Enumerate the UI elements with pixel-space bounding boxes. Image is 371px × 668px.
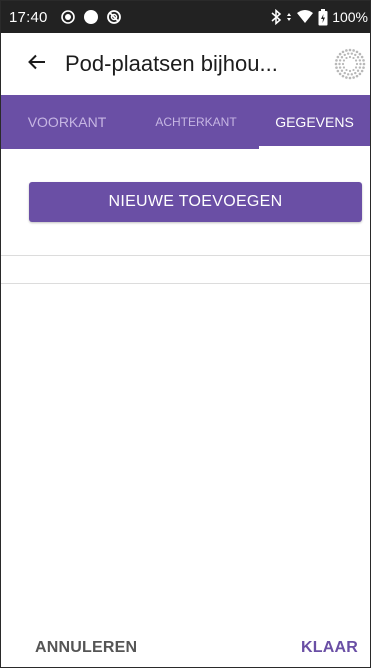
- status-bar: 17:40 100%: [1, 1, 370, 33]
- divider-bottom: [1, 283, 370, 284]
- app-bar: Pod-plaatsen bijhou...: [1, 33, 370, 95]
- status-icons-right: 100%: [270, 8, 368, 26]
- tab-voorkant[interactable]: VOORKANT: [1, 95, 133, 149]
- spinner-icon: [334, 48, 366, 80]
- arrow-left-icon: [27, 52, 47, 77]
- blocked-icon: [106, 9, 122, 25]
- dot-icon: [83, 9, 99, 25]
- divider-top: [1, 255, 370, 256]
- cancel-button[interactable]: ANNULEREN: [35, 633, 137, 663]
- tab-achterkant[interactable]: ACHTERKANT: [133, 95, 259, 149]
- battery-level: 100%: [332, 9, 368, 25]
- active-tab-indicator: [259, 146, 370, 149]
- wifi-icon: [296, 9, 314, 25]
- tab-gegevens[interactable]: GEGEVENS: [259, 95, 370, 149]
- add-new-button[interactable]: NIEUWE TOEVOEGEN: [29, 182, 362, 222]
- tab-bar: VOORKANT ACHTERKANT GEGEVENS: [1, 95, 370, 149]
- signal-arrows-icon: [286, 11, 292, 23]
- battery-icon: [318, 8, 328, 26]
- app-frame: 17:40 100% Pod-plaatsen bijhou... VOORKA…: [0, 0, 371, 668]
- status-icons-left: [60, 9, 122, 25]
- page-title: Pod-plaatsen bijhou...: [65, 51, 278, 76]
- status-time: 17:40: [9, 8, 48, 26]
- back-button[interactable]: [17, 44, 57, 84]
- bluetooth-icon: [270, 9, 282, 25]
- record-icon: [60, 9, 76, 25]
- done-button[interactable]: KLAAR: [301, 633, 358, 663]
